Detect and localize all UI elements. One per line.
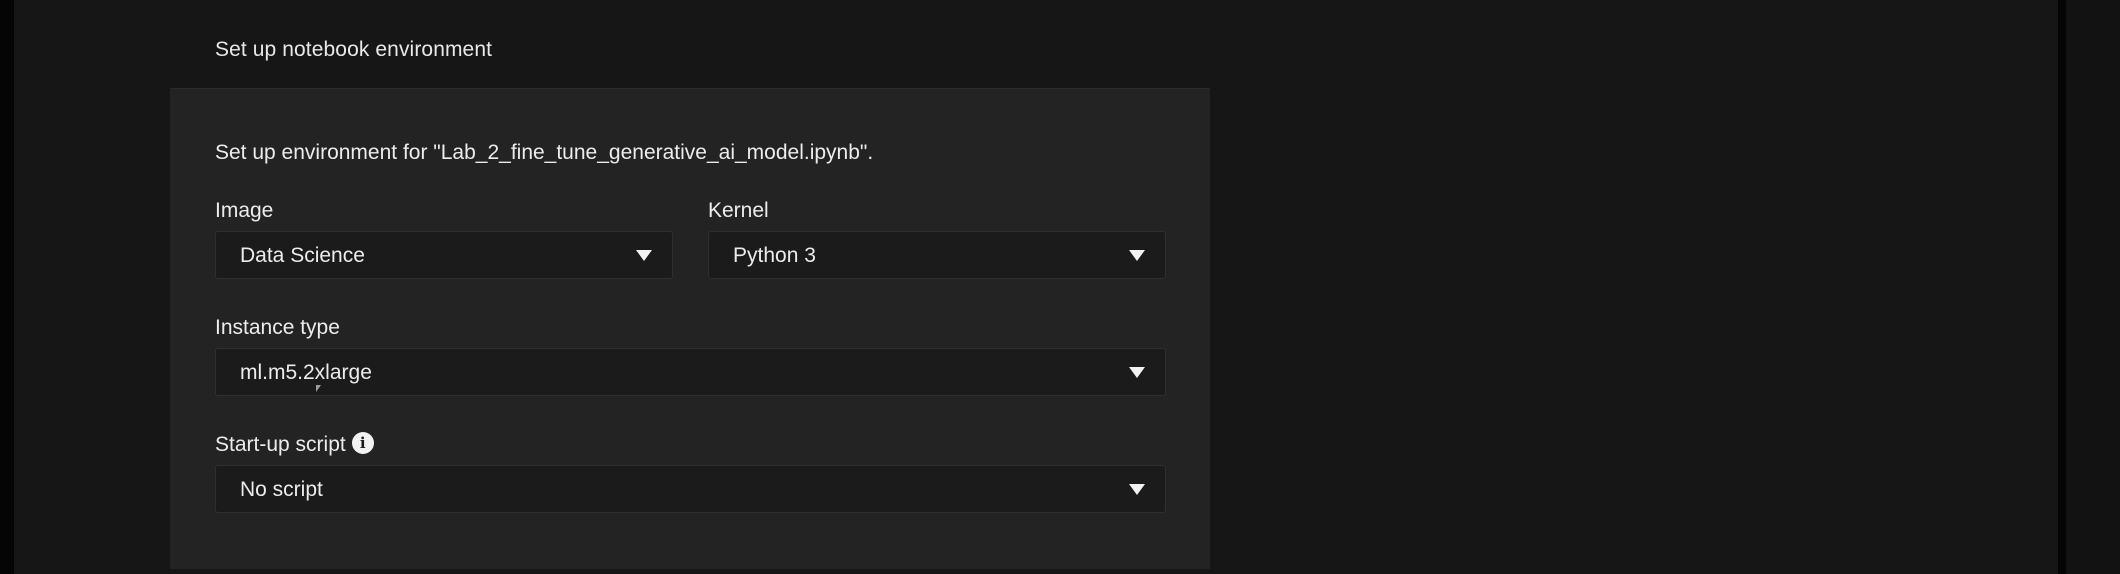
chevron-down-icon <box>1129 250 1145 261</box>
instance-type-select[interactable]: ml.m5.2xlarge <box>215 348 1166 396</box>
startup-script-label-row: Start-up script i <box>215 432 374 457</box>
section-title: Set up notebook environment <box>215 38 493 61</box>
right-border <box>2066 0 2120 574</box>
instance-type-select-value: ml.m5.2xlarge <box>240 361 372 384</box>
chevron-down-icon <box>636 250 652 261</box>
image-select[interactable]: Data Science <box>215 231 673 279</box>
image-label: Image <box>215 199 274 222</box>
info-icon[interactable]: i <box>351 432 374 455</box>
left-border <box>0 0 14 574</box>
kernel-select[interactable]: Python 3 <box>708 231 1166 279</box>
app-frame: Set up notebook environment Set up envir… <box>0 0 2120 574</box>
chevron-down-icon <box>1129 367 1145 378</box>
startup-script-select[interactable]: No script <box>215 465 1166 513</box>
chevron-down-icon <box>1129 484 1145 495</box>
kernel-label: Kernel <box>708 199 769 222</box>
mouse-cursor <box>316 385 321 392</box>
startup-script-select-value: No script <box>240 478 323 501</box>
environment-description: Set up environment for "Lab_2_fine_tune_… <box>215 141 874 164</box>
right-divider <box>2058 0 2066 574</box>
instance-type-label: Instance type <box>215 316 340 339</box>
environment-panel: Set up environment for "Lab_2_fine_tune_… <box>170 88 1210 569</box>
kernel-select-value: Python 3 <box>733 244 816 267</box>
startup-script-label: Start-up script <box>215 433 346 456</box>
image-select-value: Data Science <box>240 244 365 267</box>
